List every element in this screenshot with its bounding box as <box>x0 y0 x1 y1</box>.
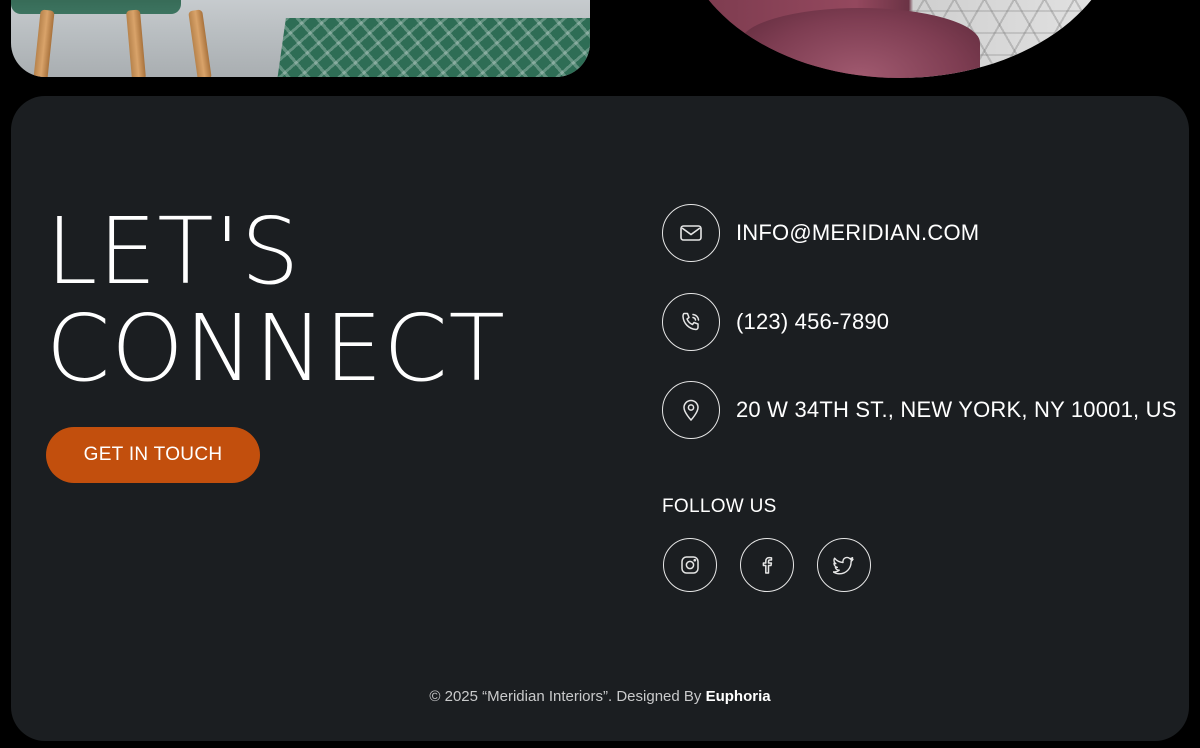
contact-phone[interactable]: (123) 456-7890 <box>662 293 889 351</box>
twitter-link[interactable] <box>817 538 871 592</box>
chair-leg <box>33 9 55 77</box>
phone-number[interactable]: (123) 456-7890 <box>736 309 889 335</box>
facebook-icon <box>757 555 777 575</box>
street-address[interactable]: 20 W 34TH ST., NEW YORK, NY 10001, US <box>736 397 1177 423</box>
location-pin-icon <box>662 381 720 439</box>
facebook-link[interactable] <box>740 538 794 592</box>
instagram-icon <box>680 555 700 575</box>
furniture-image-right <box>680 0 1120 78</box>
chair-seat-graphic <box>11 0 181 14</box>
velvet-chair-graphic <box>740 8 980 78</box>
heading-line-2: CONNECT <box>46 295 506 402</box>
connect-heading: LET'S CONNECT <box>46 203 506 397</box>
contact-address[interactable]: 20 W 34TH ST., NEW YORK, NY 10001, US <box>662 381 1177 439</box>
get-in-touch-button[interactable]: GET IN TOUCH <box>46 427 260 483</box>
copyright-notice: © 2025 “Meridian Interiors”. Designed By… <box>11 688 1189 705</box>
chair-leg <box>125 9 147 77</box>
follow-us-heading: FOLLOW US <box>662 496 777 517</box>
copyright-text: © 2025 “Meridian Interiors”. Designed By <box>429 688 702 705</box>
rug-graphic <box>276 18 590 77</box>
contact-footer: LET'S CONNECT GET IN TOUCH INFO@MERIDIAN… <box>11 96 1189 741</box>
social-links <box>663 538 871 592</box>
furniture-image-left <box>11 0 590 77</box>
instagram-link[interactable] <box>663 538 717 592</box>
contact-email[interactable]: INFO@MERIDIAN.COM <box>662 204 979 262</box>
email-address[interactable]: INFO@MERIDIAN.COM <box>736 220 979 246</box>
chair-leg <box>188 9 212 77</box>
heading-line-1: LET'S <box>46 198 301 305</box>
twitter-icon <box>833 555 855 575</box>
phone-icon <box>662 293 720 351</box>
designer-credit-link[interactable]: Euphoria <box>706 688 771 705</box>
mail-icon <box>662 204 720 262</box>
